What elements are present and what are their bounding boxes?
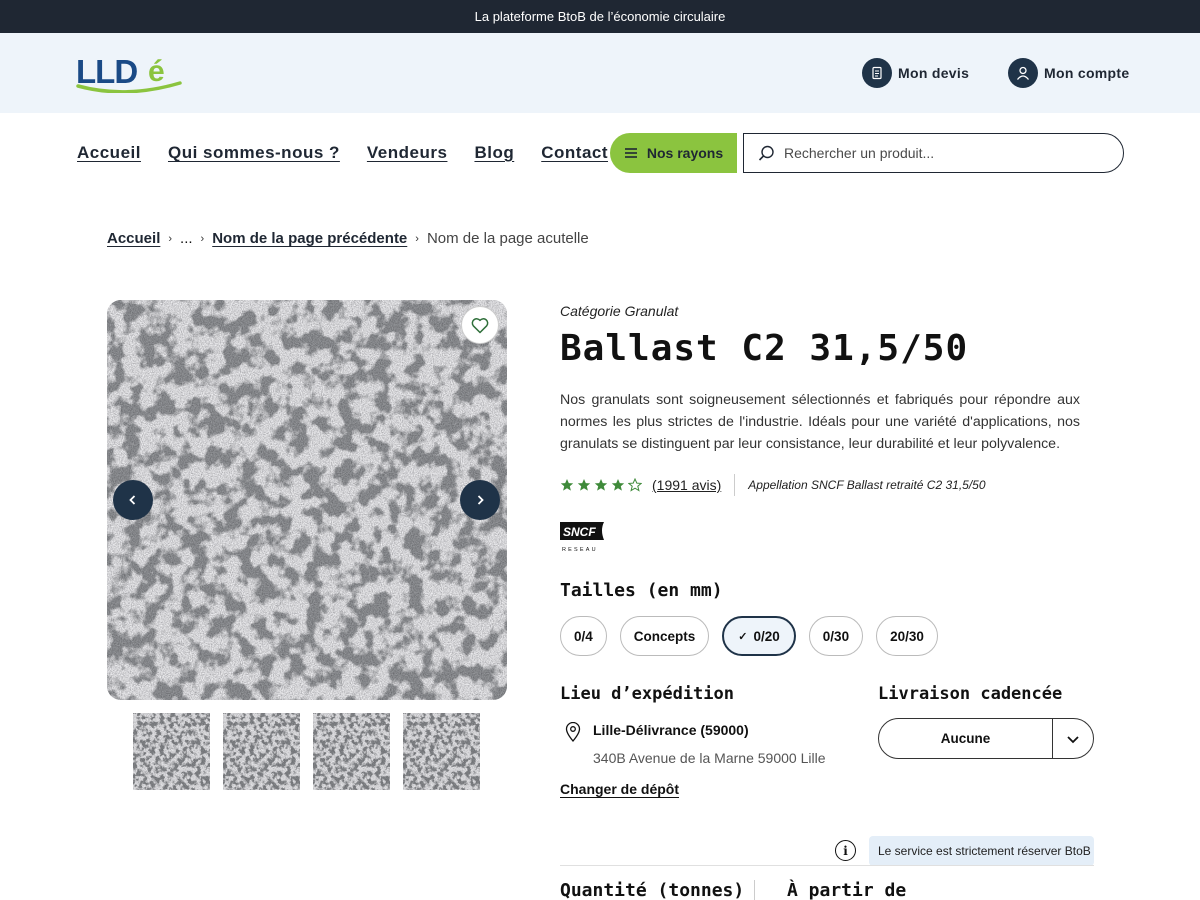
search-input[interactable] [784,145,1104,161]
info-icon[interactable]: i [835,840,856,861]
search-icon[interactable] [758,145,775,162]
size-options: 0/4 Concepts ✓ 0/20 0/30 20/30 [560,616,938,656]
chevron-right-icon: › [415,232,419,245]
delivery-select[interactable]: Aucune [878,718,1094,759]
chevron-right-icon: › [200,232,205,245]
product-appellation: Appellation SNCF Ballast retraité C2 31,… [748,478,986,492]
chevron-left-icon [129,495,136,505]
breadcrumb: Accueil › ... › Nom de la page précédent… [107,230,589,247]
sizes-heading: Tailles (en mm) [560,580,723,601]
thumbnail[interactable] [133,713,210,790]
star-icon [594,479,608,491]
size-option-0-30[interactable]: 0/30 [808,616,864,656]
svg-text:é: é [148,55,165,88]
account-button[interactable]: Mon compte [1008,58,1129,88]
announcement-bar: La plateforme BtoB de l’économie circula… [0,0,1200,33]
chevron-down-icon [1053,719,1093,758]
star-icon [628,478,642,492]
delivery-heading: Livraison cadencée [878,684,1063,704]
nav-item-blog[interactable]: Blog [474,143,514,163]
quote-button[interactable]: Mon devis [862,58,969,88]
delivery-select-value: Aucune [879,719,1053,758]
quantity-heading: Quantité (tonnes) [560,880,745,900]
carousel-prev-button[interactable] [113,480,153,520]
svg-text:RESEAU: RESEAU [562,547,598,553]
size-option-20-30[interactable]: 20/30 [876,616,938,656]
reviews-link[interactable]: (1991 avis) [652,477,721,493]
favorite-button[interactable] [461,306,499,344]
quote-label: Mon devis [898,65,970,81]
divider [734,474,736,496]
thumbnail[interactable] [403,713,480,790]
depot-address: 340B Avenue de la Marne 59000 Lille [593,750,826,766]
nav-item-vendeurs[interactable]: Vendeurs [367,143,448,163]
account-label: Mon compte [1044,65,1130,81]
nav-item-accueil[interactable]: Accueil [77,143,141,163]
breadcrumb-ellipsis[interactable]: ... [180,230,193,247]
site-logo[interactable]: LLD é [76,53,184,93]
divider [754,880,755,900]
chevron-right-icon [477,495,484,505]
change-depot-link[interactable]: Changer de dépôt [560,781,679,797]
thumbnail[interactable] [313,713,390,790]
size-option-concepts[interactable]: Concepts [619,616,710,656]
location-pin-icon [565,722,581,742]
price-heading: À partir de [787,880,907,900]
star-icon [577,479,591,491]
chevron-right-icon: › [168,232,173,245]
depot-name: Lille-Délivrance (59000) [593,722,749,738]
svg-text:LLD: LLD [76,53,137,90]
menu-icon [624,148,637,158]
product-description: Nos granulats sont soigneusement sélecti… [560,392,1080,452]
heart-icon [471,317,489,333]
breadcrumb-previous[interactable]: Nom de la page précédente [212,230,407,247]
svg-text:SNCF: SNCF [563,525,596,539]
categories-button[interactable]: Nos rayons [610,133,737,173]
rating-stars [560,478,642,492]
nav-item-about[interactable]: Qui sommes-nous ? [168,143,340,163]
user-icon [1008,58,1038,88]
product-title: Ballast C2 31,5/50 [560,328,969,369]
shipping-heading: Lieu d’expédition [560,684,734,704]
product-rating: (1991 avis) Appellation SNCF Ballast ret… [560,474,986,496]
main-nav: Accueil Qui sommes-nous ? Vendeurs Blog … [77,143,608,163]
search-bar [743,133,1124,173]
btob-tooltip: Le service est strictement réserver BtoB [869,836,1094,866]
carousel-next-button[interactable] [460,480,500,520]
divider [560,865,1094,866]
document-icon [862,58,892,88]
product-main-image [107,300,507,700]
size-option-0-4[interactable]: 0/4 [560,616,607,656]
breadcrumb-home[interactable]: Accueil [107,230,160,247]
thumbnail-strip [133,713,480,790]
sncf-reseau-logo: SNCF RESEAU [560,522,604,553]
thumbnail[interactable] [223,713,300,790]
size-option-0-20[interactable]: ✓ 0/20 [722,616,796,656]
star-icon [560,479,574,491]
nav-item-contact[interactable]: Contact [541,143,608,163]
announcement-text: La plateforme BtoB de l’économie circula… [474,9,726,24]
breadcrumb-current: Nom de la page acutelle [426,230,589,247]
product-category: Catégorie Granulat [560,303,679,319]
site-header: LLD é Mon devis Mon compte [0,33,1200,113]
categories-label: Nos rayons [646,145,724,161]
star-icon [611,479,625,491]
check-icon: ✓ [738,630,748,643]
